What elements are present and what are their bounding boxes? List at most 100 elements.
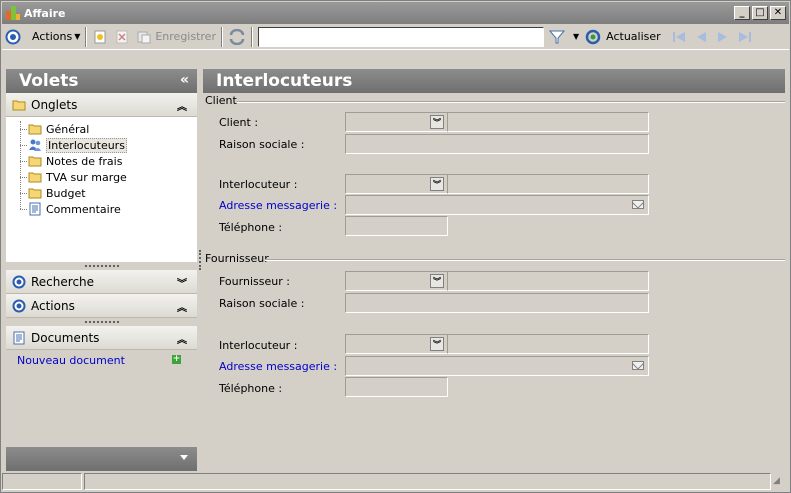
chevron-up-icon[interactable]: ︽: [177, 331, 187, 346]
last-record-button[interactable]: [734, 26, 756, 48]
application-window: Affaire _ □ ✕ Actions ▼ Enregistrer ▼ Ac…: [0, 0, 791, 493]
fournisseur-label: Fournisseur :: [219, 275, 290, 288]
resize-grip-icon[interactable]: ◢: [773, 473, 787, 489]
tree-item-general[interactable]: Général: [6, 121, 197, 137]
client-phone-field[interactable]: [345, 216, 448, 236]
tree-item-budget[interactable]: Budget: [6, 185, 197, 201]
chevron-down-icon[interactable]: ︾: [430, 274, 444, 288]
app-logo-icon: [6, 6, 20, 20]
next-icon: [717, 31, 727, 42]
tree-item-interlocuteurs[interactable]: Interlocuteurs: [6, 137, 197, 153]
fournisseur-phone-label: Téléphone :: [219, 382, 283, 395]
new-button[interactable]: [89, 26, 111, 48]
tree-item-label: Notes de frais: [46, 154, 123, 168]
actions-section-header[interactable]: Actions ︽: [6, 294, 197, 318]
client-raison-field[interactable]: [345, 134, 649, 154]
chevron-up-icon[interactable]: ︽: [177, 98, 187, 113]
chevron-down-icon[interactable]: ︾: [430, 337, 444, 351]
onglets-section-header[interactable]: Onglets ︽: [6, 93, 197, 117]
resize-grip[interactable]: [6, 262, 197, 270]
save-icon: [137, 31, 151, 43]
actions-menu-button[interactable]: Actions ▼: [2, 26, 83, 48]
toolbar-separator: [250, 26, 253, 47]
close-button[interactable]: ✕: [770, 6, 786, 20]
new-document-icon: [94, 30, 106, 43]
first-icon: [672, 31, 685, 42]
collapse-panel-icon[interactable]: «: [180, 72, 189, 88]
recherche-section-header[interactable]: Recherche ︾: [6, 270, 197, 294]
window-title: Affaire: [24, 6, 66, 20]
new-document-link[interactable]: Nouveau document +: [6, 350, 197, 370]
resize-grip[interactable]: [6, 318, 197, 326]
save-label: Enregistrer: [155, 30, 216, 43]
client-interlocuteur-select[interactable]: ︾: [345, 174, 448, 194]
folder-icon: [28, 188, 42, 199]
filter-funnel-icon: [548, 30, 565, 43]
search-input[interactable]: [257, 26, 544, 47]
filter-button[interactable]: ▼: [546, 26, 582, 48]
save-button[interactable]: Enregistrer: [133, 26, 219, 48]
folder-icon: [28, 156, 42, 167]
client-select[interactable]: ︾: [345, 112, 448, 132]
fournisseur-name-field[interactable]: [447, 271, 649, 291]
client-name-field[interactable]: [447, 112, 649, 132]
tree-item-label: Budget: [46, 186, 86, 200]
tree-item-label: TVA sur marge: [46, 170, 127, 184]
tree-item-commentaire[interactable]: Commentaire: [6, 201, 197, 217]
sync-button[interactable]: [225, 26, 249, 48]
tree-item-label: Commentaire: [46, 202, 121, 216]
mail-icon[interactable]: [632, 200, 644, 209]
mail-icon[interactable]: [632, 361, 644, 370]
client-email-link[interactable]: Adresse messagerie :: [219, 199, 337, 212]
fournisseur-group-label: Fournisseur: [205, 252, 269, 265]
refresh-button[interactable]: Actualiser: [582, 26, 664, 48]
volets-panel: Volets « Onglets ︽ Général Interlocuteur…: [6, 69, 197, 471]
actions-label: Actions: [32, 30, 73, 43]
tree-item-label: Interlocuteurs: [46, 137, 127, 153]
client-interlocuteur-label: Interlocuteur :: [219, 178, 298, 191]
fournisseur-interlocuteur-field[interactable]: [447, 334, 649, 354]
minimize-button[interactable]: _: [734, 6, 750, 20]
chevron-up-icon[interactable]: ︽: [177, 299, 187, 314]
fournisseur-select[interactable]: ︾: [345, 271, 448, 291]
title-bar[interactable]: Affaire _ □ ✕: [2, 2, 789, 24]
first-record-button[interactable]: [668, 26, 690, 48]
status-cell: [2, 473, 82, 490]
chevron-down-icon[interactable]: ︾: [430, 177, 444, 191]
last-icon: [738, 31, 751, 42]
window-controls: _ □ ✕: [734, 6, 786, 20]
tree-item-label: Général: [46, 122, 90, 136]
fournisseur-email-link[interactable]: Adresse messagerie :: [219, 360, 337, 373]
fournisseur-email-field[interactable]: [345, 356, 649, 376]
client-group-divider: [237, 101, 785, 103]
tree-item-tva-sur-marge[interactable]: TVA sur marge: [6, 169, 197, 185]
dropdown-arrow-icon[interactable]: [180, 455, 188, 460]
onglets-title: Onglets: [31, 97, 78, 112]
fournisseur-interlocuteur-select[interactable]: ︾: [345, 334, 448, 354]
add-icon[interactable]: +: [172, 355, 181, 364]
folder-icon: [28, 124, 42, 135]
delete-button[interactable]: [111, 26, 133, 48]
panel-splitter[interactable]: [199, 250, 201, 270]
client-interlocuteur-field[interactable]: [447, 174, 649, 194]
filter-dropdown-icon: ▼: [572, 32, 580, 41]
fournisseur-group-divider: [265, 259, 785, 261]
next-record-button[interactable]: [712, 26, 734, 48]
client-email-field[interactable]: [345, 195, 649, 215]
fournisseur-phone-field[interactable]: [345, 377, 448, 397]
tree-item-notes-de-frais[interactable]: Notes de frais: [6, 153, 197, 169]
volets-title: Volets: [19, 71, 79, 91]
chevron-down-icon[interactable]: ︾: [430, 115, 444, 129]
actions-section-title: Actions: [31, 298, 75, 313]
documents-section-header[interactable]: Documents ︽: [6, 326, 197, 350]
main-content: Interlocuteurs Client Client : ︾ Raison …: [203, 69, 785, 471]
fournisseur-interlocuteur-label: Interlocuteur :: [219, 339, 298, 352]
new-document-label: Nouveau document: [17, 353, 125, 367]
chevron-down-icon[interactable]: ︾: [177, 275, 187, 290]
folder-icon: [28, 172, 42, 183]
toolbar: Actions ▼ Enregistrer ▼ Actualiser: [2, 24, 789, 50]
fournisseur-raison-field[interactable]: [345, 293, 649, 313]
recherche-title: Recherche: [31, 274, 95, 289]
maximize-button[interactable]: □: [752, 6, 768, 20]
previous-record-button[interactable]: [690, 26, 712, 48]
